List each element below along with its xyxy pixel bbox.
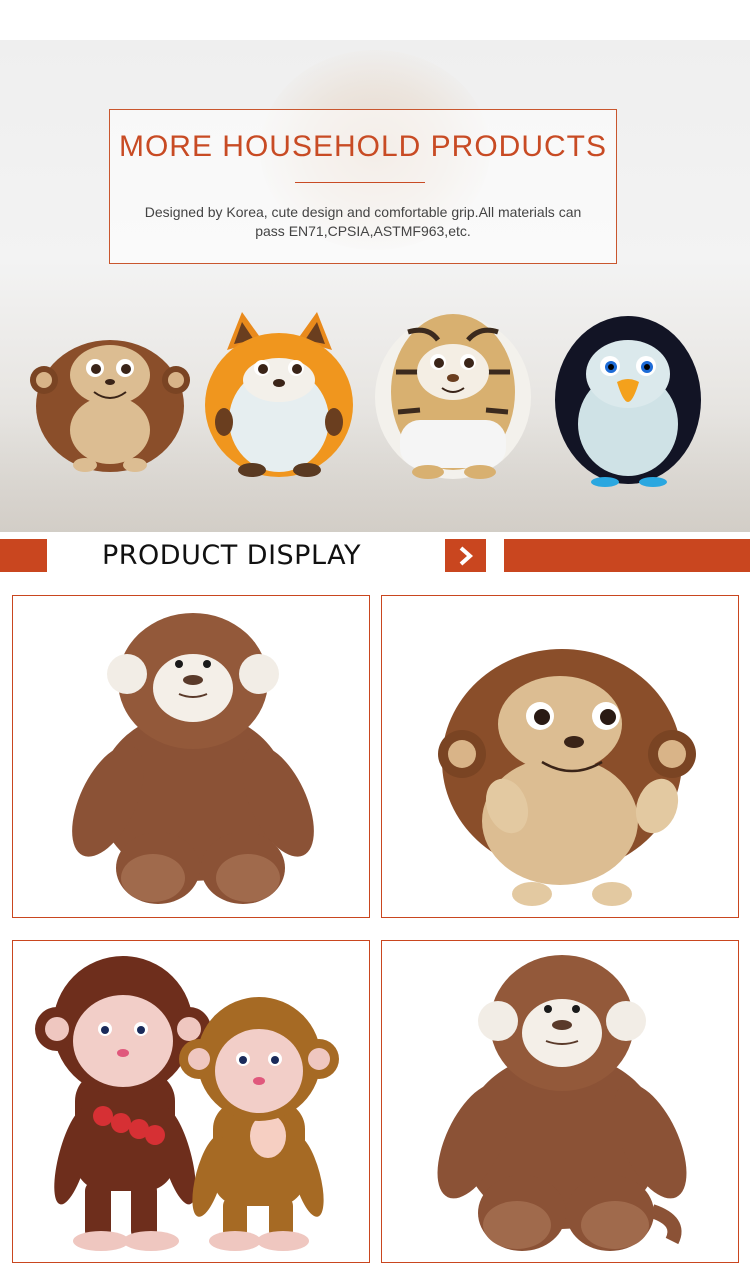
section-title: PRODUCT DISPLAY — [102, 540, 361, 571]
hero-divider — [295, 182, 425, 183]
round-monkey-plush-icon — [438, 649, 696, 906]
product-card-4[interactable] — [381, 940, 739, 1263]
hero-title: MORE HOUSEHOLD PRODUCTS — [118, 130, 608, 163]
tiger-plush-icon — [375, 314, 531, 479]
product-card-2[interactable] — [381, 595, 739, 918]
monkey-plush-icon — [437, 955, 687, 1251]
penguin-plush-icon — [555, 316, 701, 487]
section-bar-left — [0, 539, 47, 572]
product-card-3[interactable] — [12, 940, 370, 1263]
monkey-plush-icon — [72, 613, 314, 904]
section-arrow-button[interactable] — [445, 539, 486, 572]
hero-text-box: MORE HOUSEHOLD PRODUCTS Designed by Kore… — [109, 109, 617, 264]
section-bar-right — [504, 539, 750, 572]
fox-plush-icon — [205, 312, 353, 477]
hero-banner: MORE HOUSEHOLD PRODUCTS Designed by Kore… — [0, 40, 750, 532]
hero-description: Designed by Korea, cute design and comfo… — [144, 204, 582, 239]
chevron-right-icon — [459, 546, 473, 565]
monkey-plush-icon — [30, 340, 190, 472]
monkey-pair-plush-icon — [35, 956, 339, 1251]
product-card-1[interactable] — [12, 595, 370, 918]
